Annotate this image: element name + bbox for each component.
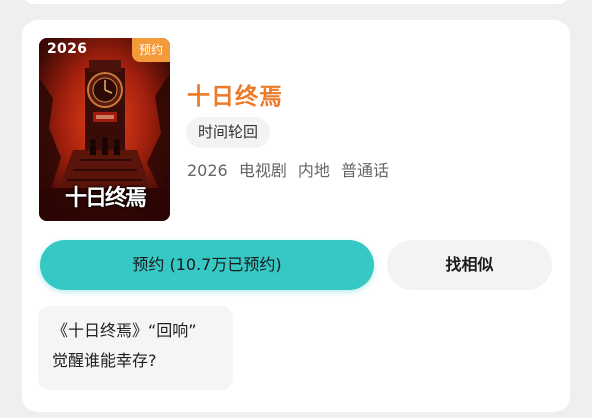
find-similar-button[interactable]: 找相似: [387, 240, 552, 290]
meta-language: 普通话: [341, 161, 390, 180]
show-title[interactable]: 十日终焉: [187, 77, 283, 111]
reserve-badge: 预约: [131, 38, 170, 62]
poster-title-art: 十日终焉: [64, 186, 147, 211]
genre-tag[interactable]: 时间轮回: [186, 117, 271, 148]
poster-year: 2026: [47, 41, 88, 57]
show-meta: 2026 电视剧 内地 普通话: [187, 160, 389, 182]
meta-year: 2026: [187, 161, 228, 180]
meta-type: 电视剧: [238, 161, 287, 180]
news-line-1: 《十日终焉》“回响”: [52, 321, 197, 340]
poster-image[interactable]: 2026 预约 十日终焉: [39, 38, 170, 221]
previous-card: [22, 0, 570, 4]
news-card[interactable]: 《十日终焉》“回响” 觉醒谁能幸存?: [38, 306, 233, 390]
reserve-button[interactable]: 预约 (10.7万已预约): [40, 240, 374, 290]
meta-region: 内地: [297, 161, 330, 180]
news-line-2: 觉醒谁能幸存?: [52, 351, 157, 370]
